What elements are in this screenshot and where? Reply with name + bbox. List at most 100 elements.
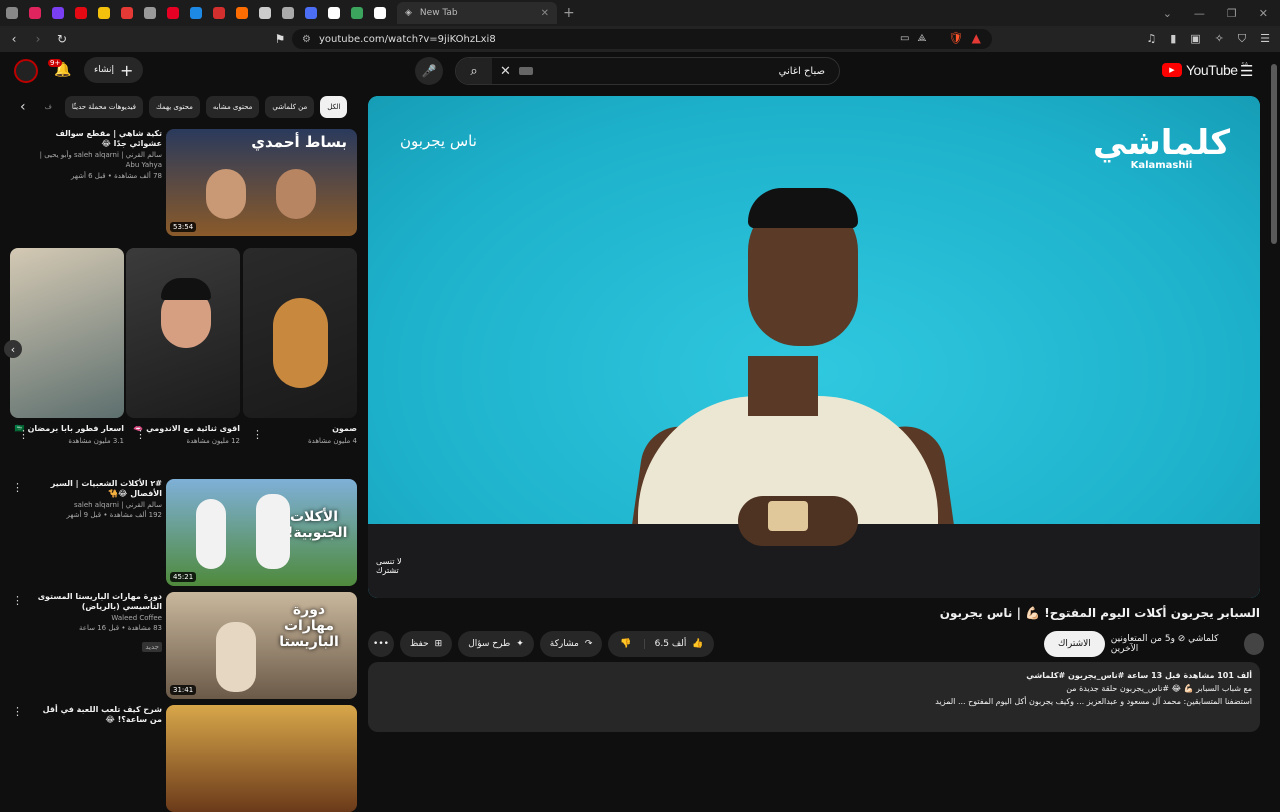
pinned-tab[interactable]	[47, 2, 69, 24]
media-icon[interactable]: ♫	[1146, 32, 1156, 46]
duration-badge: 53:54	[170, 222, 197, 232]
clear-search-icon[interactable]: ✕	[500, 64, 511, 79]
pinned-tab[interactable]	[300, 2, 322, 24]
keyboard-icon[interactable]	[518, 67, 533, 75]
minimize-icon[interactable]: —	[1194, 7, 1205, 20]
share-button[interactable]: مشاركة ↷	[539, 631, 603, 657]
translate-icon[interactable]: ⟁	[917, 33, 926, 44]
create-button[interactable]: إنشاء +	[84, 57, 144, 83]
pinned-tab[interactable]	[346, 2, 368, 24]
video-thumbnail[interactable]	[166, 705, 357, 812]
chevron-left-icon[interactable]: ‹	[20, 99, 26, 115]
pinned-tab[interactable]	[70, 2, 92, 24]
address-toolbar: ‹ › ↻ ⚑ ⚙ youtube.com/watch?v=9jiKOhzLxi…	[0, 26, 1280, 52]
youtube-logo[interactable]: ▶ YouTube SA	[1162, 62, 1248, 78]
microphone-icon: 🎤	[421, 64, 437, 78]
vpn-icon[interactable]: ⛉	[1238, 32, 1246, 46]
wallet-icon[interactable]: ▣	[1190, 32, 1200, 46]
tab-list-icon[interactable]: ⌄	[1163, 7, 1172, 20]
window-controls: ⌄ — ❐ ✕	[1163, 0, 1280, 26]
pinned-tab[interactable]	[254, 2, 276, 24]
short-thumbnail[interactable]	[243, 248, 357, 418]
search-input[interactable]: صباح اغاني	[779, 66, 825, 77]
subscribe-button[interactable]: الاشتراك	[1044, 631, 1105, 657]
back-icon[interactable]: ‹	[4, 32, 24, 46]
short-thumbnail[interactable]	[126, 248, 240, 418]
pinned-tab[interactable]	[277, 2, 299, 24]
cast-icon[interactable]: ▭	[900, 33, 909, 44]
save-label: حفظ	[410, 639, 429, 649]
more-icon[interactable]: ⋮	[135, 428, 146, 441]
short-thumbnail[interactable]	[10, 248, 124, 418]
thumbnail-text: بساط أحمدي	[251, 133, 347, 151]
site-info-icon[interactable]: ⚙	[302, 34, 311, 45]
url-text: youtube.com/watch?v=9jiKOhzLxi8	[318, 33, 496, 45]
more-actions-button[interactable]: •••	[368, 631, 394, 657]
video-player[interactable]: كلماشي Kalamashii ناس يجربون لا تنسى تشت…	[368, 96, 1260, 598]
pinned-tab[interactable]	[185, 2, 207, 24]
pinned-tab[interactable]	[24, 2, 46, 24]
close-window-icon[interactable]: ✕	[1259, 7, 1268, 20]
pinned-tab[interactable]	[323, 2, 345, 24]
pinned-tab[interactable]	[208, 2, 230, 24]
plus-icon: +	[120, 60, 134, 80]
chip[interactable]: فيديوهات محملة حديثًا	[64, 96, 144, 118]
chip-all[interactable]: الكل	[320, 96, 348, 118]
more-icon[interactable]: ⋮	[252, 428, 263, 441]
more-icon[interactable]: ⋮	[12, 594, 23, 607]
thumbnail-figure	[276, 169, 316, 219]
search-box[interactable]: ⌕ ✕ صباح اغاني	[455, 57, 840, 85]
address-bar[interactable]: ⚙ youtube.com/watch?v=9jiKOhzLxi8	[292, 29, 992, 49]
pinned-tab[interactable]	[139, 2, 161, 24]
tab-new-tab[interactable]: ◈ New Tab ✕	[397, 2, 557, 24]
chip[interactable]: محتوى يهمك	[149, 96, 200, 118]
account-avatar[interactable]	[14, 59, 38, 83]
recommendation-meta: 192 ألف مشاهدة • قبل 9 أشهر	[66, 511, 162, 520]
description-line: استضفنا المتسابقين: محمد آل مسعود و عبدا…	[935, 696, 1252, 706]
close-tab-icon[interactable]: ✕	[541, 8, 549, 19]
notification-badge: 9+	[48, 59, 63, 67]
menu-icon[interactable]: ☰	[1260, 32, 1270, 46]
maximize-icon[interactable]: ❐	[1227, 7, 1237, 20]
video-thumbnail[interactable]: بساط أحمدي 53:54	[166, 129, 357, 236]
tab-favicon-icon	[98, 7, 110, 19]
shorts-prev-button[interactable]: ‹	[4, 340, 22, 358]
pinned-tab[interactable]	[162, 2, 184, 24]
thumbnail-figure	[256, 494, 290, 569]
search-button[interactable]: ⌕	[456, 58, 492, 84]
more-icon[interactable]: ⋮	[12, 481, 23, 494]
more-icon[interactable]: ⋮	[18, 428, 29, 441]
brave-rewards-icon[interactable]: ▲	[972, 31, 981, 45]
chip[interactable]: ف	[38, 96, 59, 118]
page-scrollbar[interactable]	[1271, 54, 1277, 720]
guide-menu-icon[interactable]: ☰	[1240, 62, 1253, 80]
forward-icon[interactable]: ›	[28, 32, 48, 46]
save-button[interactable]: حفظ ⊞	[400, 631, 453, 657]
scrollbar-thumb[interactable]	[1271, 64, 1277, 244]
channel-name[interactable]: كلماشي ⊘ و5 من المتعاونين الآخرين	[1111, 634, 1238, 654]
pinned-tab[interactable]	[93, 2, 115, 24]
video-thumbnail[interactable]: دورة مهارات الباريستا 31:41	[166, 592, 357, 699]
pinned-tab[interactable]	[116, 2, 138, 24]
chip[interactable]: من كلماشي	[265, 96, 315, 118]
more-icon[interactable]: ⋮	[12, 705, 23, 718]
like-button[interactable]: 6.5 ألف 👍	[643, 639, 714, 649]
video-thumbnail[interactable]: الأكلات الجنوبية!! 45:21	[166, 479, 357, 586]
dislike-icon[interactable]: 👎	[608, 639, 643, 649]
reload-icon[interactable]: ↻	[52, 32, 72, 46]
bookmark-icon[interactable]: ⚑	[270, 32, 290, 46]
brave-shield-icon[interactable]: 🛡	[948, 31, 963, 45]
sidebar-icon[interactable]: ▮	[1170, 32, 1176, 46]
description-box[interactable]: ألف 101 مشاهدة قبل 13 ساعة #ناس_يجربون #…	[368, 662, 1260, 732]
ai-icon[interactable]: ✧	[1215, 32, 1224, 46]
pinned-tab[interactable]	[1, 2, 23, 24]
pinned-tab[interactable]	[231, 2, 253, 24]
ask-button[interactable]: طرح سؤال ✦	[458, 631, 534, 657]
pinned-tab[interactable]	[369, 2, 391, 24]
chip[interactable]: محتوى مشابه	[205, 96, 260, 118]
channel-avatar[interactable]	[1243, 633, 1264, 655]
new-tab-button[interactable]: +	[563, 5, 575, 21]
voice-search-button[interactable]: 🎤	[415, 57, 443, 85]
recommendation-channel: سالم القرني | saleh alqarni	[73, 500, 162, 509]
recommendation-text: دورة مهارات الباريستا المستوى التأسيسي (…	[30, 592, 162, 653]
